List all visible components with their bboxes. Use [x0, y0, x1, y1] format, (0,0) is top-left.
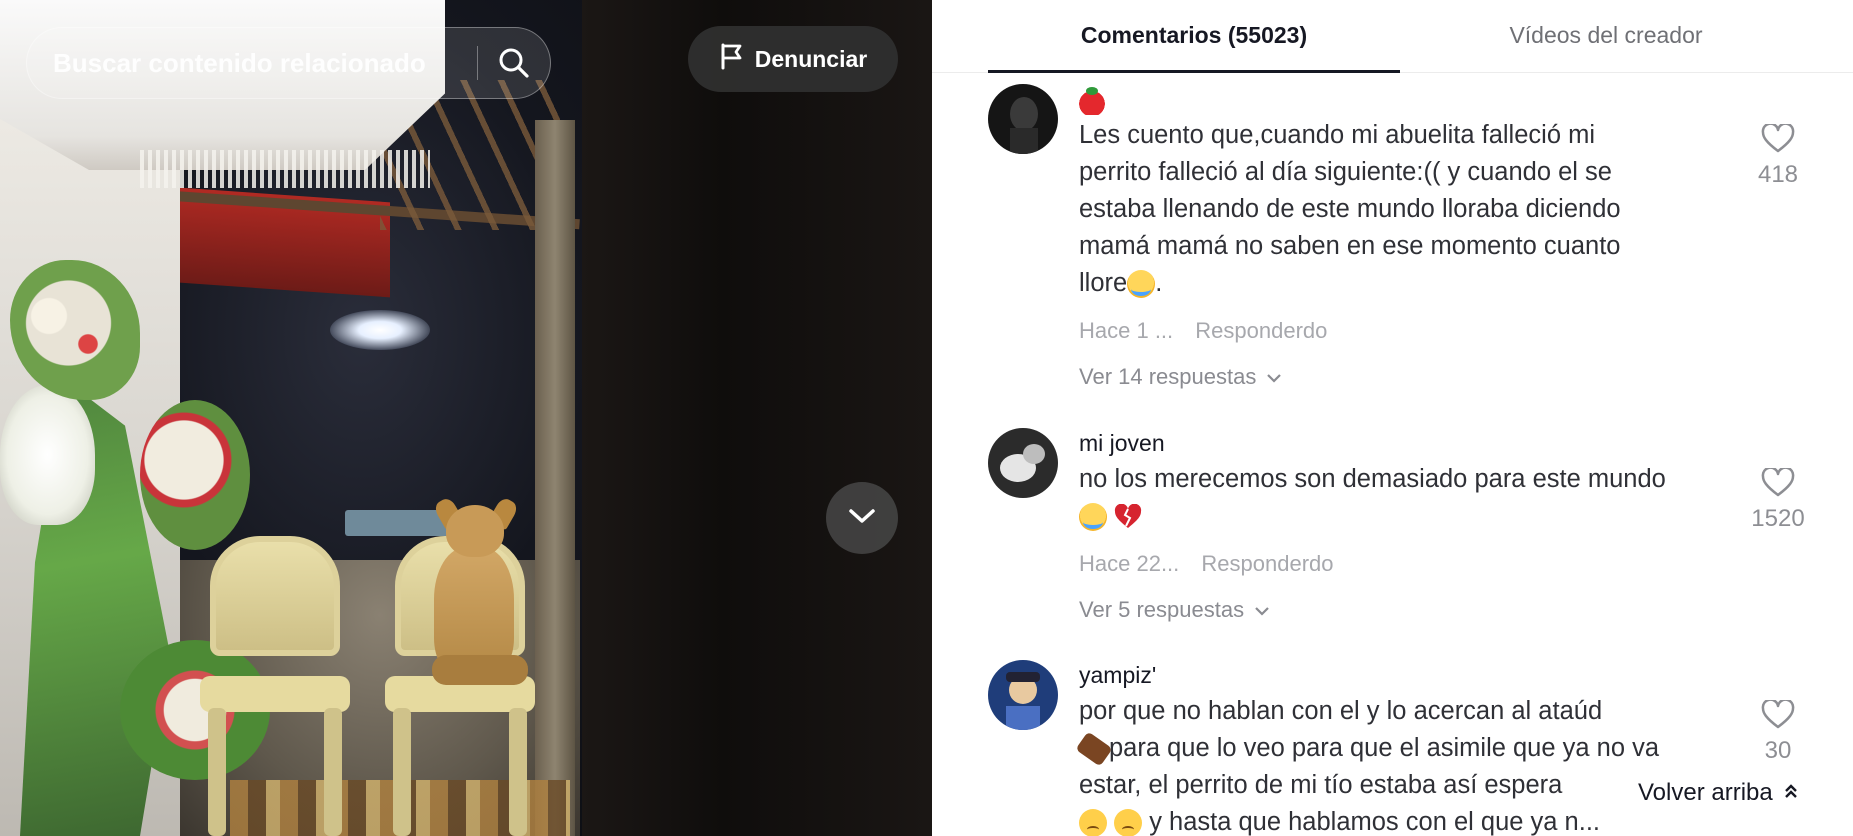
avatar[interactable]	[988, 84, 1058, 154]
next-video-button[interactable]	[826, 482, 898, 554]
reply-button[interactable]: Responderdo	[1201, 551, 1333, 576]
comment-username[interactable]: mi joven	[1079, 428, 1739, 458]
like-count: 1520	[1751, 505, 1805, 532]
flag-icon	[719, 42, 745, 76]
view-replies-button[interactable]: Ver 5 respuestas	[1079, 595, 1739, 625]
double-chevron-up-icon	[1783, 779, 1799, 807]
comment-meta: Hace 22... Responderdo	[1079, 549, 1739, 579]
tab-bar: Comentarios (55023) Vídeos del creador	[932, 0, 1853, 73]
tab-creator-videos[interactable]: Vídeos del creador	[1400, 0, 1812, 70]
comment-username[interactable]: yampiz'	[1079, 660, 1739, 690]
scene-light	[330, 310, 430, 350]
comment-username[interactable]	[1079, 84, 1739, 115]
comment-meta: Hace 1 ... Responderdo	[1079, 316, 1739, 346]
back-to-top-button[interactable]: Volver arriba	[1620, 770, 1813, 816]
report-label: Denunciar	[754, 45, 868, 72]
crying-emoji-icon	[1079, 503, 1107, 532]
video-frame[interactable]: Buscar contenido relacionado	[0, 0, 582, 836]
avatar[interactable]	[988, 660, 1058, 730]
like-count: 30	[1764, 737, 1792, 764]
comment-text: no los merecemos son demasiado para este…	[1079, 461, 1739, 535]
like-area: 30	[1738, 698, 1818, 765]
report-button[interactable]: Denunciar	[688, 26, 898, 92]
search-input[interactable]: Buscar contenido relacionado	[53, 48, 477, 79]
comment-time: Hace 1 ...	[1079, 318, 1174, 343]
related-search-box[interactable]: Buscar contenido relacionado	[26, 27, 551, 99]
scene-lace-fringe	[140, 150, 430, 188]
comment-time: Hace 22...	[1079, 551, 1180, 576]
video-blur-background	[582, 0, 932, 836]
pensive-emoji-icon	[1079, 809, 1107, 836]
coffin-icon	[1075, 731, 1113, 767]
scene-dog	[420, 495, 535, 690]
tab-comments[interactable]: Comentarios (55023)	[988, 0, 1400, 73]
like-count: 418	[1757, 161, 1799, 188]
scene-vase	[0, 385, 95, 525]
broken-heart-icon	[1114, 502, 1142, 530]
comment-body: Les cuento que,cuando mi abuelita fallec…	[1079, 84, 1739, 392]
heart-icon[interactable]	[1738, 122, 1818, 159]
scene-chair	[200, 536, 350, 836]
chevron-down-icon	[1254, 595, 1270, 625]
avatar[interactable]	[988, 428, 1058, 498]
strawberry-icon	[1079, 86, 1105, 115]
chevron-down-icon	[847, 506, 877, 531]
view-replies-button[interactable]: Ver 14 respuestas	[1079, 362, 1739, 392]
video-player[interactable]: Buscar contenido relacionado Denunciar	[0, 0, 932, 836]
like-area: 1520	[1738, 466, 1818, 533]
heart-icon[interactable]	[1738, 466, 1818, 503]
like-area: 418	[1738, 122, 1818, 189]
search-icon[interactable]	[478, 27, 550, 99]
chevron-down-icon	[1266, 362, 1282, 392]
scene-post	[535, 120, 575, 836]
comment-text: Les cuento que,cuando mi abuelita fallec…	[1079, 121, 1621, 299]
back-to-top-label: Volver arriba	[1638, 779, 1773, 806]
comment-body: mi joven no los merecemos son demasiado …	[1079, 428, 1739, 625]
reply-button[interactable]: Responderdo	[1195, 318, 1327, 343]
scene-flowers	[140, 400, 250, 550]
frowning-emoji-icon	[1114, 809, 1143, 836]
heart-icon[interactable]	[1738, 698, 1818, 735]
crying-emoji-icon	[1127, 270, 1156, 299]
comments-panel: Comentarios (55023) Vídeos del creador L…	[932, 0, 1853, 836]
